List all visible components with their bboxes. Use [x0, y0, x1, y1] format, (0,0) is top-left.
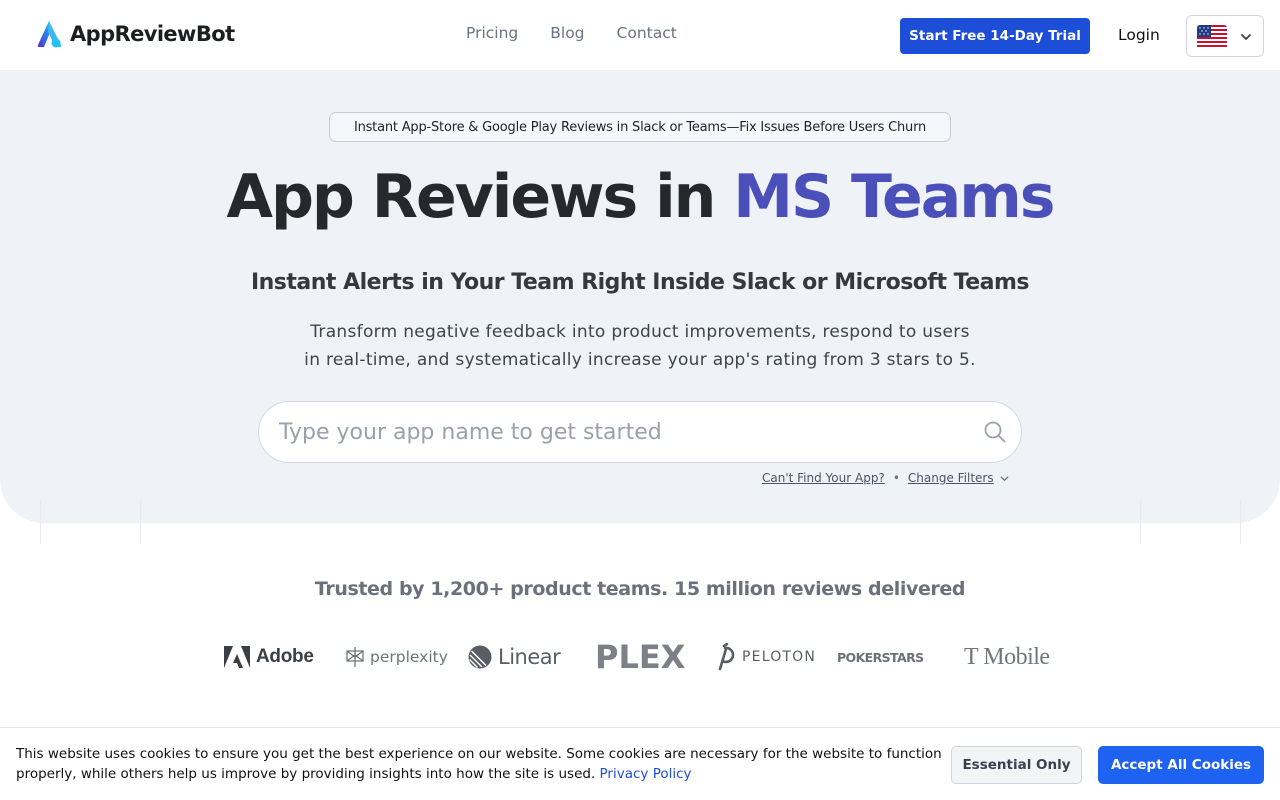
nav-pricing[interactable]: Pricing: [466, 24, 518, 42]
nav-contact[interactable]: Contact: [617, 24, 677, 42]
brand-logo[interactable]: AppReviewBot: [34, 18, 235, 50]
hero-description-line: Transform negative feedback into product…: [310, 322, 970, 342]
brand-label: PLEX: [595, 638, 686, 676]
brand-label: PELOTON: [742, 649, 817, 665]
adobe-icon: [224, 646, 250, 668]
app-search-input[interactable]: [279, 412, 969, 452]
announcement-pill: Instant App-Store & Google Play Reviews …: [329, 112, 951, 142]
hero-description-line: in real-time, and systematically increas…: [304, 350, 976, 370]
perplexity-logo: perplexity: [346, 638, 448, 676]
chevron-down-icon[interactable]: [999, 473, 1010, 484]
us-flag-icon: [1197, 25, 1227, 49]
brand-label: perplexity: [370, 648, 448, 666]
start-trial-button[interactable]: Start Free 14-Day Trial: [900, 18, 1090, 54]
privacy-policy-link[interactable]: Privacy Policy: [600, 766, 692, 782]
search-icon[interactable]: [983, 420, 1007, 444]
decor-line: [40, 500, 41, 544]
main-nav: Pricing Blog Contact: [466, 24, 677, 42]
app-search-box[interactable]: [258, 401, 1022, 463]
essential-only-button[interactable]: Essential Only: [951, 746, 1082, 784]
hero-title-main: App Reviews in: [226, 162, 717, 232]
brand-label: T Mobile: [964, 643, 1050, 670]
login-link[interactable]: Login: [1118, 26, 1160, 44]
decor-line: [1240, 500, 1241, 544]
accept-all-cookies-button[interactable]: Accept All Cookies: [1098, 746, 1264, 784]
customer-logos: Adobe perplexity Linear PLEX PELOTON POK…: [224, 638, 1064, 676]
site-header: AppReviewBot Pricing Blog Contact Start …: [0, 0, 1280, 71]
tmobile-logo: T Mobile: [964, 638, 1050, 676]
peloton-logo: PELOTON: [714, 638, 816, 676]
nav-blog[interactable]: Blog: [550, 24, 584, 42]
search-help-links: Can't Find Your App? • Change Filters: [762, 471, 1010, 485]
pokerstars-logo: POKERSTARS: [837, 638, 924, 676]
perplexity-icon: [346, 647, 364, 667]
trust-headline: Trusted by 1,200+ product teams. 15 mill…: [314, 578, 966, 600]
separator-dot: •: [892, 471, 900, 485]
adobe-logo: Adobe: [224, 638, 314, 676]
hero-description: Transform negative feedback into product…: [290, 318, 990, 374]
peloton-icon: [718, 643, 735, 671]
decor-line: [140, 500, 141, 544]
cookie-message: This website uses cookies to ensure you …: [16, 744, 946, 784]
hero-subtitle: Instant Alerts in Your Team Right Inside…: [250, 270, 1030, 295]
plex-logo: PLEX: [595, 638, 685, 676]
cookie-banner: This website uses cookies to ensure you …: [0, 727, 1280, 800]
brand-label: Adobe: [256, 646, 314, 667]
logo-mark-icon: [37, 21, 62, 48]
decor-line: [1140, 500, 1141, 544]
cant-find-app-link[interactable]: Can't Find Your App?: [762, 471, 885, 485]
brand-label: POKERSTARS: [837, 649, 924, 665]
chevron-down-icon: [1241, 34, 1251, 40]
cookie-text: This website uses cookies to ensure you …: [16, 746, 942, 782]
linear-logo: Linear: [468, 638, 561, 676]
brand-name: AppReviewBot: [70, 22, 235, 46]
change-filters-link[interactable]: Change Filters: [908, 471, 994, 485]
brand-label: Linear: [498, 645, 561, 669]
hero-title-accent: MS Teams: [733, 162, 1055, 232]
language-selector[interactable]: [1186, 15, 1264, 57]
hero-title: App Reviews in MS Teams: [0, 162, 1280, 232]
linear-icon: [468, 645, 492, 669]
